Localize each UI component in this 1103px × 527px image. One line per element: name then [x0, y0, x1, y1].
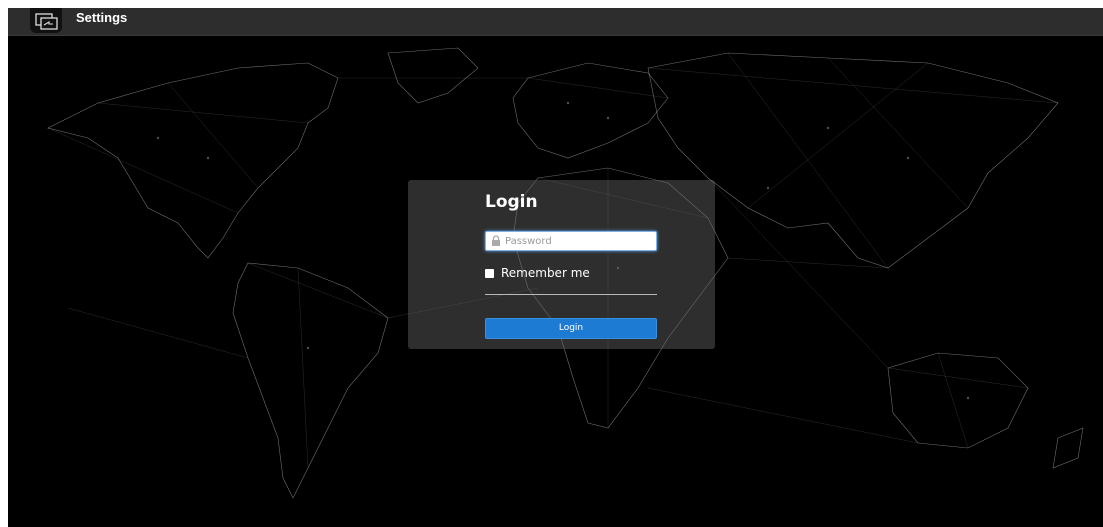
- password-field[interactable]: [485, 231, 657, 251]
- remember-me-label[interactable]: Remember me: [501, 266, 590, 280]
- login-panel: Login Remember me Login: [408, 180, 715, 349]
- password-input[interactable]: [505, 232, 655, 250]
- app-frame: Settings Login Remember me Login: [8, 8, 1103, 527]
- new-zealand-shape: [1052, 427, 1084, 469]
- europe-shape: [512, 62, 669, 159]
- north-america-shape: [47, 62, 339, 259]
- top-bar: Settings: [8, 8, 1103, 36]
- screen-share-icon[interactable]: [30, 8, 62, 33]
- settings-title[interactable]: Settings: [76, 10, 127, 25]
- login-heading: Login: [485, 192, 538, 212]
- australia-shape: [887, 352, 1029, 449]
- south-america-shape: [232, 262, 389, 499]
- remember-me-checkbox[interactable]: [485, 269, 494, 278]
- divider: [485, 294, 657, 295]
- greenland-shape: [387, 47, 479, 104]
- lock-icon: [492, 235, 500, 246]
- login-button[interactable]: Login: [485, 318, 657, 339]
